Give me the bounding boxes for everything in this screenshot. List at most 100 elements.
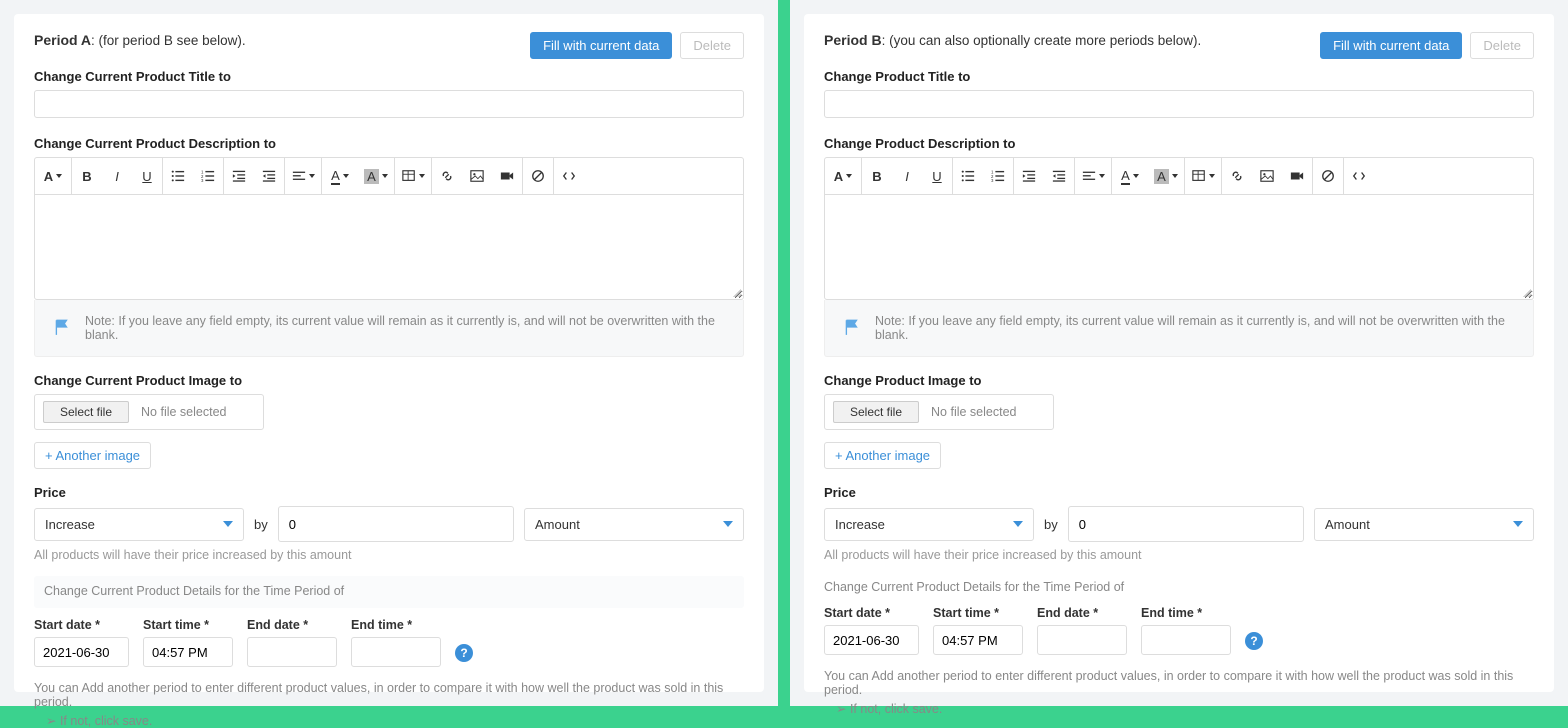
price-action-select[interactable]: Increase — [34, 508, 244, 541]
price-helper: All products will have their price incre… — [824, 548, 1534, 562]
underline-button[interactable]: U — [132, 158, 162, 194]
start-time-label: Start time * — [933, 606, 1023, 620]
italic-button[interactable]: I — [102, 158, 132, 194]
period-a-panel: Period A: (for period B see below). Fill… — [14, 14, 764, 692]
title-field-label: Change Current Product Title to — [34, 69, 744, 84]
delete-button[interactable]: Delete — [1470, 32, 1534, 59]
another-image-button[interactable]: + Another image — [824, 442, 941, 469]
end-time-label: End time * — [1141, 606, 1231, 620]
text-color-dropdown[interactable]: A — [322, 158, 358, 194]
bg-color-dropdown[interactable]: A — [358, 158, 394, 194]
note-banner: Note: If you leave any field empty, its … — [824, 300, 1534, 357]
footer-sub-note: ➢ If not, click save. — [34, 713, 744, 728]
bullet-list-button[interactable] — [163, 158, 193, 194]
end-time-input[interactable] — [1141, 625, 1231, 655]
footer-note: You can Add another period to enter diff… — [34, 681, 744, 709]
description-textarea[interactable] — [35, 195, 743, 299]
end-date-label: End date * — [1037, 606, 1127, 620]
code-view-button[interactable] — [554, 158, 584, 194]
bold-button[interactable]: B — [72, 158, 102, 194]
end-time-input[interactable] — [351, 637, 441, 667]
video-button[interactable] — [1282, 158, 1312, 194]
start-date-input[interactable] — [824, 625, 919, 655]
end-date-label: End date * — [247, 618, 337, 632]
table-dropdown[interactable] — [395, 158, 431, 194]
another-image-button[interactable]: + Another image — [34, 442, 151, 469]
price-type-select[interactable]: Amount — [1314, 508, 1534, 541]
font-style-dropdown[interactable]: A — [35, 158, 71, 194]
indent-button[interactable] — [254, 158, 284, 194]
description-label: Change Product Description to — [824, 136, 1534, 151]
number-list-button[interactable]: 123 — [983, 158, 1013, 194]
start-date-label: Start date * — [824, 606, 919, 620]
flag-icon — [53, 318, 71, 339]
price-value-input[interactable] — [278, 506, 514, 542]
footer-note: You can Add another period to enter diff… — [824, 669, 1534, 697]
code-view-button[interactable] — [1344, 158, 1374, 194]
start-time-label: Start time * — [143, 618, 233, 632]
font-style-dropdown[interactable]: A — [825, 158, 861, 194]
svg-text:3: 3 — [201, 178, 204, 183]
image-button[interactable] — [462, 158, 492, 194]
product-title-input[interactable] — [824, 90, 1534, 118]
help-icon[interactable]: ? — [1245, 632, 1263, 650]
start-time-input[interactable] — [933, 625, 1023, 655]
file-upload-row: Select file No file selected — [824, 394, 1054, 430]
rich-text-editor: A B I U 123 — [824, 157, 1534, 300]
end-time-label: End time * — [351, 618, 441, 632]
outdent-button[interactable] — [1014, 158, 1044, 194]
description-textarea[interactable] — [825, 195, 1533, 299]
select-file-button[interactable]: Select file — [833, 401, 919, 423]
table-dropdown[interactable] — [1185, 158, 1221, 194]
bullet-list-button[interactable] — [953, 158, 983, 194]
description-label: Change Current Product Description to — [34, 136, 744, 151]
price-value-input[interactable] — [1068, 506, 1304, 542]
link-button[interactable] — [1222, 158, 1252, 194]
outdent-button[interactable] — [224, 158, 254, 194]
flag-icon — [843, 318, 861, 339]
align-dropdown[interactable] — [285, 158, 321, 194]
by-label: by — [254, 517, 268, 532]
file-status: No file selected — [931, 405, 1016, 419]
period-a-title: Period A: (for period B see below). — [34, 32, 246, 48]
rich-text-editor: A B I U 123 — [34, 157, 744, 300]
by-label: by — [1044, 517, 1058, 532]
editor-toolbar: A B I U 123 — [825, 158, 1533, 195]
fill-with-current-data-button[interactable]: Fill with current data — [530, 32, 672, 59]
end-date-input[interactable] — [247, 637, 337, 667]
price-action-select[interactable]: Increase — [824, 508, 1034, 541]
image-label: Change Current Product Image to — [34, 373, 744, 388]
price-helper: All products will have their price incre… — [34, 548, 744, 562]
clear-format-button[interactable] — [1313, 158, 1343, 194]
link-button[interactable] — [432, 158, 462, 194]
start-date-label: Start date * — [34, 618, 129, 632]
note-banner: Note: If you leave any field empty, its … — [34, 300, 744, 357]
price-label: Price — [824, 485, 1534, 500]
end-date-input[interactable] — [1037, 625, 1127, 655]
start-date-input[interactable] — [34, 637, 129, 667]
underline-button[interactable]: U — [922, 158, 952, 194]
delete-button[interactable]: Delete — [680, 32, 744, 59]
file-status: No file selected — [141, 405, 226, 419]
price-label: Price — [34, 485, 744, 500]
footer-sub-note: ➢ If not, click save. — [824, 701, 1534, 716]
start-time-input[interactable] — [143, 637, 233, 667]
image-button[interactable] — [1252, 158, 1282, 194]
clear-format-button[interactable] — [523, 158, 553, 194]
image-label: Change Product Image to — [824, 373, 1534, 388]
help-icon[interactable]: ? — [455, 644, 473, 662]
time-period-section-title: Change Current Product Details for the T… — [44, 584, 734, 598]
text-color-dropdown[interactable]: A — [1112, 158, 1148, 194]
indent-button[interactable] — [1044, 158, 1074, 194]
svg-text:3: 3 — [991, 178, 994, 183]
bold-button[interactable]: B — [862, 158, 892, 194]
number-list-button[interactable]: 123 — [193, 158, 223, 194]
align-dropdown[interactable] — [1075, 158, 1111, 194]
video-button[interactable] — [492, 158, 522, 194]
fill-with-current-data-button[interactable]: Fill with current data — [1320, 32, 1462, 59]
italic-button[interactable]: I — [892, 158, 922, 194]
bg-color-dropdown[interactable]: A — [1148, 158, 1184, 194]
select-file-button[interactable]: Select file — [43, 401, 129, 423]
product-title-input[interactable] — [34, 90, 744, 118]
price-type-select[interactable]: Amount — [524, 508, 744, 541]
